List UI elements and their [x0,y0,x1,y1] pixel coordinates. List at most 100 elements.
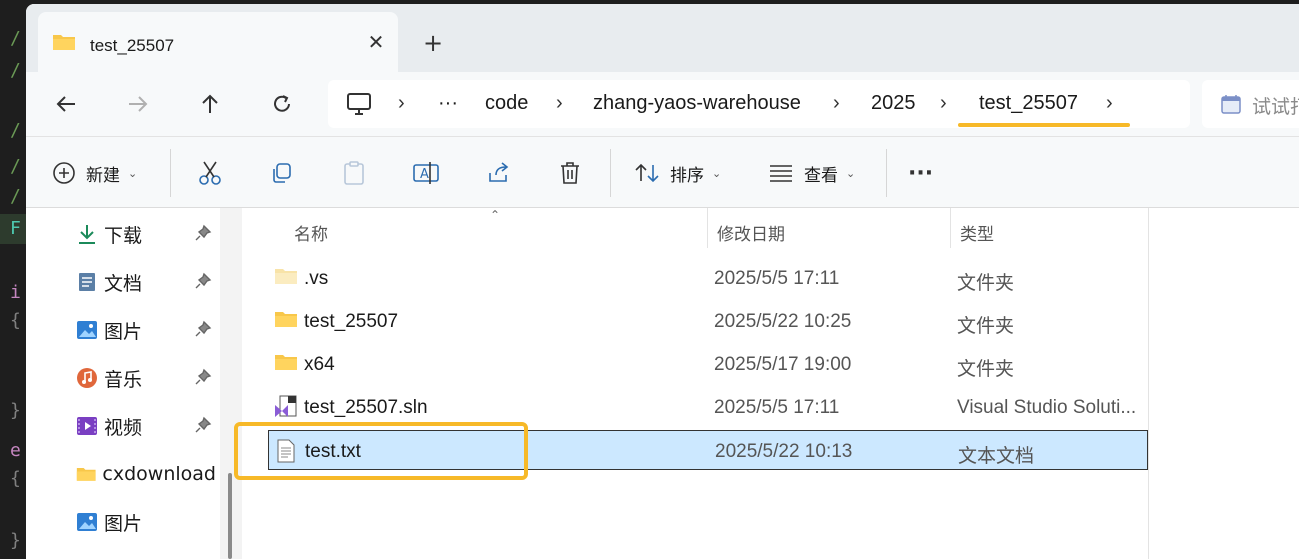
file-row-sln[interactable]: test_25507.sln 2025/5/5 17:11 Visual Stu… [268,387,1148,427]
trash-icon [561,162,579,184]
pin-icon [195,368,212,385]
editor-glyph: / [10,28,21,49]
search-box[interactable]: 试试打 [1202,80,1299,128]
tab-test-25507[interactable]: test_25507 ✕ [38,12,398,72]
column-divider[interactable] [707,208,708,248]
search-placeholder: 试试打 [1252,96,1299,118]
share-button[interactable] [486,155,512,191]
file-type: 文本文档 [958,446,1035,467]
divider [170,149,171,197]
breadcrumb-separator[interactable]: › [398,92,405,115]
file-date: 2025/5/17 19:00 [714,354,852,375]
breadcrumb-zhang-yaos-warehouse[interactable]: zhang-yaos-warehouse [593,92,801,115]
sidebar-item-label: 图片 [104,512,143,535]
sidebar-item-pictures-2[interactable]: 图片 [76,504,216,540]
sln-file-icon [274,395,298,423]
sidebar-item-label: 文档 [104,272,143,295]
sidebar-item-videos[interactable]: 视频 [76,408,216,444]
file-row-vs[interactable]: .vs 2025/5/5 17:11 文件夹 [268,258,1148,298]
file-row-x64[interactable]: x64 2025/5/17 19:00 文件夹 [268,344,1148,384]
sidebar-item-downloads[interactable]: 下载 [76,216,216,252]
sidebar-item-label: cxdownload [102,463,216,485]
refresh-icon[interactable] [264,86,300,122]
folder-icon [52,32,76,56]
editor-glyph: F [10,218,21,239]
editor-glyph: / [10,120,21,141]
more-options-button[interactable]: ··· [908,155,933,191]
delete-button[interactable] [558,155,582,191]
sidebar-item-label: 音乐 [104,368,143,391]
divider [610,149,611,197]
close-icon[interactable]: ✕ [362,28,390,56]
pin-icon [195,416,212,433]
new-button[interactable]: 新建 ⌄ [52,155,137,191]
sort-button[interactable]: 排序 ⌄ [634,155,721,191]
chevron-down-icon: ⌄ [846,166,856,180]
editor-glyph: / [10,60,21,81]
forward-arrow-icon[interactable] [120,86,156,122]
divider [886,149,887,197]
file-type: 文件夹 [957,316,1015,337]
tab-bar: test_25507 ✕ + [26,4,1299,72]
sort-label: 排序 [670,165,704,186]
tab-title: test_25507 [90,36,175,55]
sidebar-item-documents[interactable]: 文档 [76,264,216,300]
plus-circle-icon [53,162,75,184]
paste-button[interactable] [342,155,366,191]
editor-glyph: { [10,468,21,489]
column-header-type[interactable]: 类型 [960,220,994,245]
file-type: Visual Studio Soluti... [957,397,1137,418]
music-icon [77,368,97,388]
file-name: x64 [304,354,335,375]
new-label: 新建 [86,165,120,186]
breadcrumb-separator[interactable]: › [556,92,563,115]
up-arrow-icon[interactable] [192,86,228,122]
documents-icon [79,273,95,291]
view-button[interactable]: 查看 ⌄ [768,155,855,191]
breadcrumb-separator[interactable]: › [940,92,947,115]
file-date: 2025/5/22 10:13 [715,441,853,462]
file-list: ⌃ 名称 修改日期 类型 .vs 2025/5/5 17:11 文件夹 test… [242,208,1299,559]
file-name: .vs [304,268,329,289]
column-header-date[interactable]: 修改日期 [717,220,785,245]
breadcrumb-test-25507[interactable]: test_25507 [979,92,1078,115]
breadcrumb-2025[interactable]: 2025 [871,92,916,115]
sidebar-scrollbar[interactable] [228,473,232,559]
rename-button[interactable]: A [412,155,440,191]
editor-glyph: } [10,530,21,551]
sidebar-item-label: 图片 [104,320,143,343]
cut-button[interactable] [198,155,222,191]
navigation-bar: › ··· code › zhang-yaos-warehouse › 2025… [26,72,1299,136]
download-icon [79,225,95,244]
column-divider[interactable] [950,208,951,248]
sidebar-item-folder-partial[interactable] [76,550,216,559]
videos-icon [77,417,97,435]
svg-text:A: A [420,167,429,182]
file-row-test-25507[interactable]: test_25507 2025/5/22 10:25 文件夹 [268,301,1148,341]
scissors-icon [199,161,221,185]
address-bar[interactable]: › ··· code › zhang-yaos-warehouse › 2025… [328,80,1190,128]
file-explorer-window: test_25507 ✕ + › ··· code › zhang-yaos-w… [26,4,1299,559]
pictures-icon [77,321,97,339]
breadcrumb-separator[interactable]: › [833,92,840,115]
plus-icon[interactable]: + [416,26,450,60]
code-editor-edge: / / / / / F i { } e { } [0,0,26,559]
sidebar-item-music[interactable]: 音乐 [76,360,216,396]
file-type: 文件夹 [957,359,1015,380]
breadcrumb-code[interactable]: code [485,92,528,115]
breadcrumb-separator[interactable]: › [1106,92,1113,115]
column-header-name[interactable]: 名称 [294,220,328,245]
copy-button[interactable] [270,155,294,191]
pictures-icon [77,513,97,531]
folder-icon [274,266,298,290]
pin-icon [195,224,212,241]
computer-icon[interactable] [346,92,372,120]
pin-icon [195,320,212,337]
sidebar-item-cxdownload[interactable]: cxdownload [76,456,216,492]
breadcrumb-ellipsis[interactable]: ··· [438,92,458,115]
editor-glyph: / [10,186,21,207]
sidebar-item-pictures[interactable]: 图片 [76,312,216,348]
file-type: 文件夹 [957,273,1015,294]
sort-ascending-icon: ⌃ [490,208,501,222]
back-arrow-icon[interactable] [48,86,84,122]
